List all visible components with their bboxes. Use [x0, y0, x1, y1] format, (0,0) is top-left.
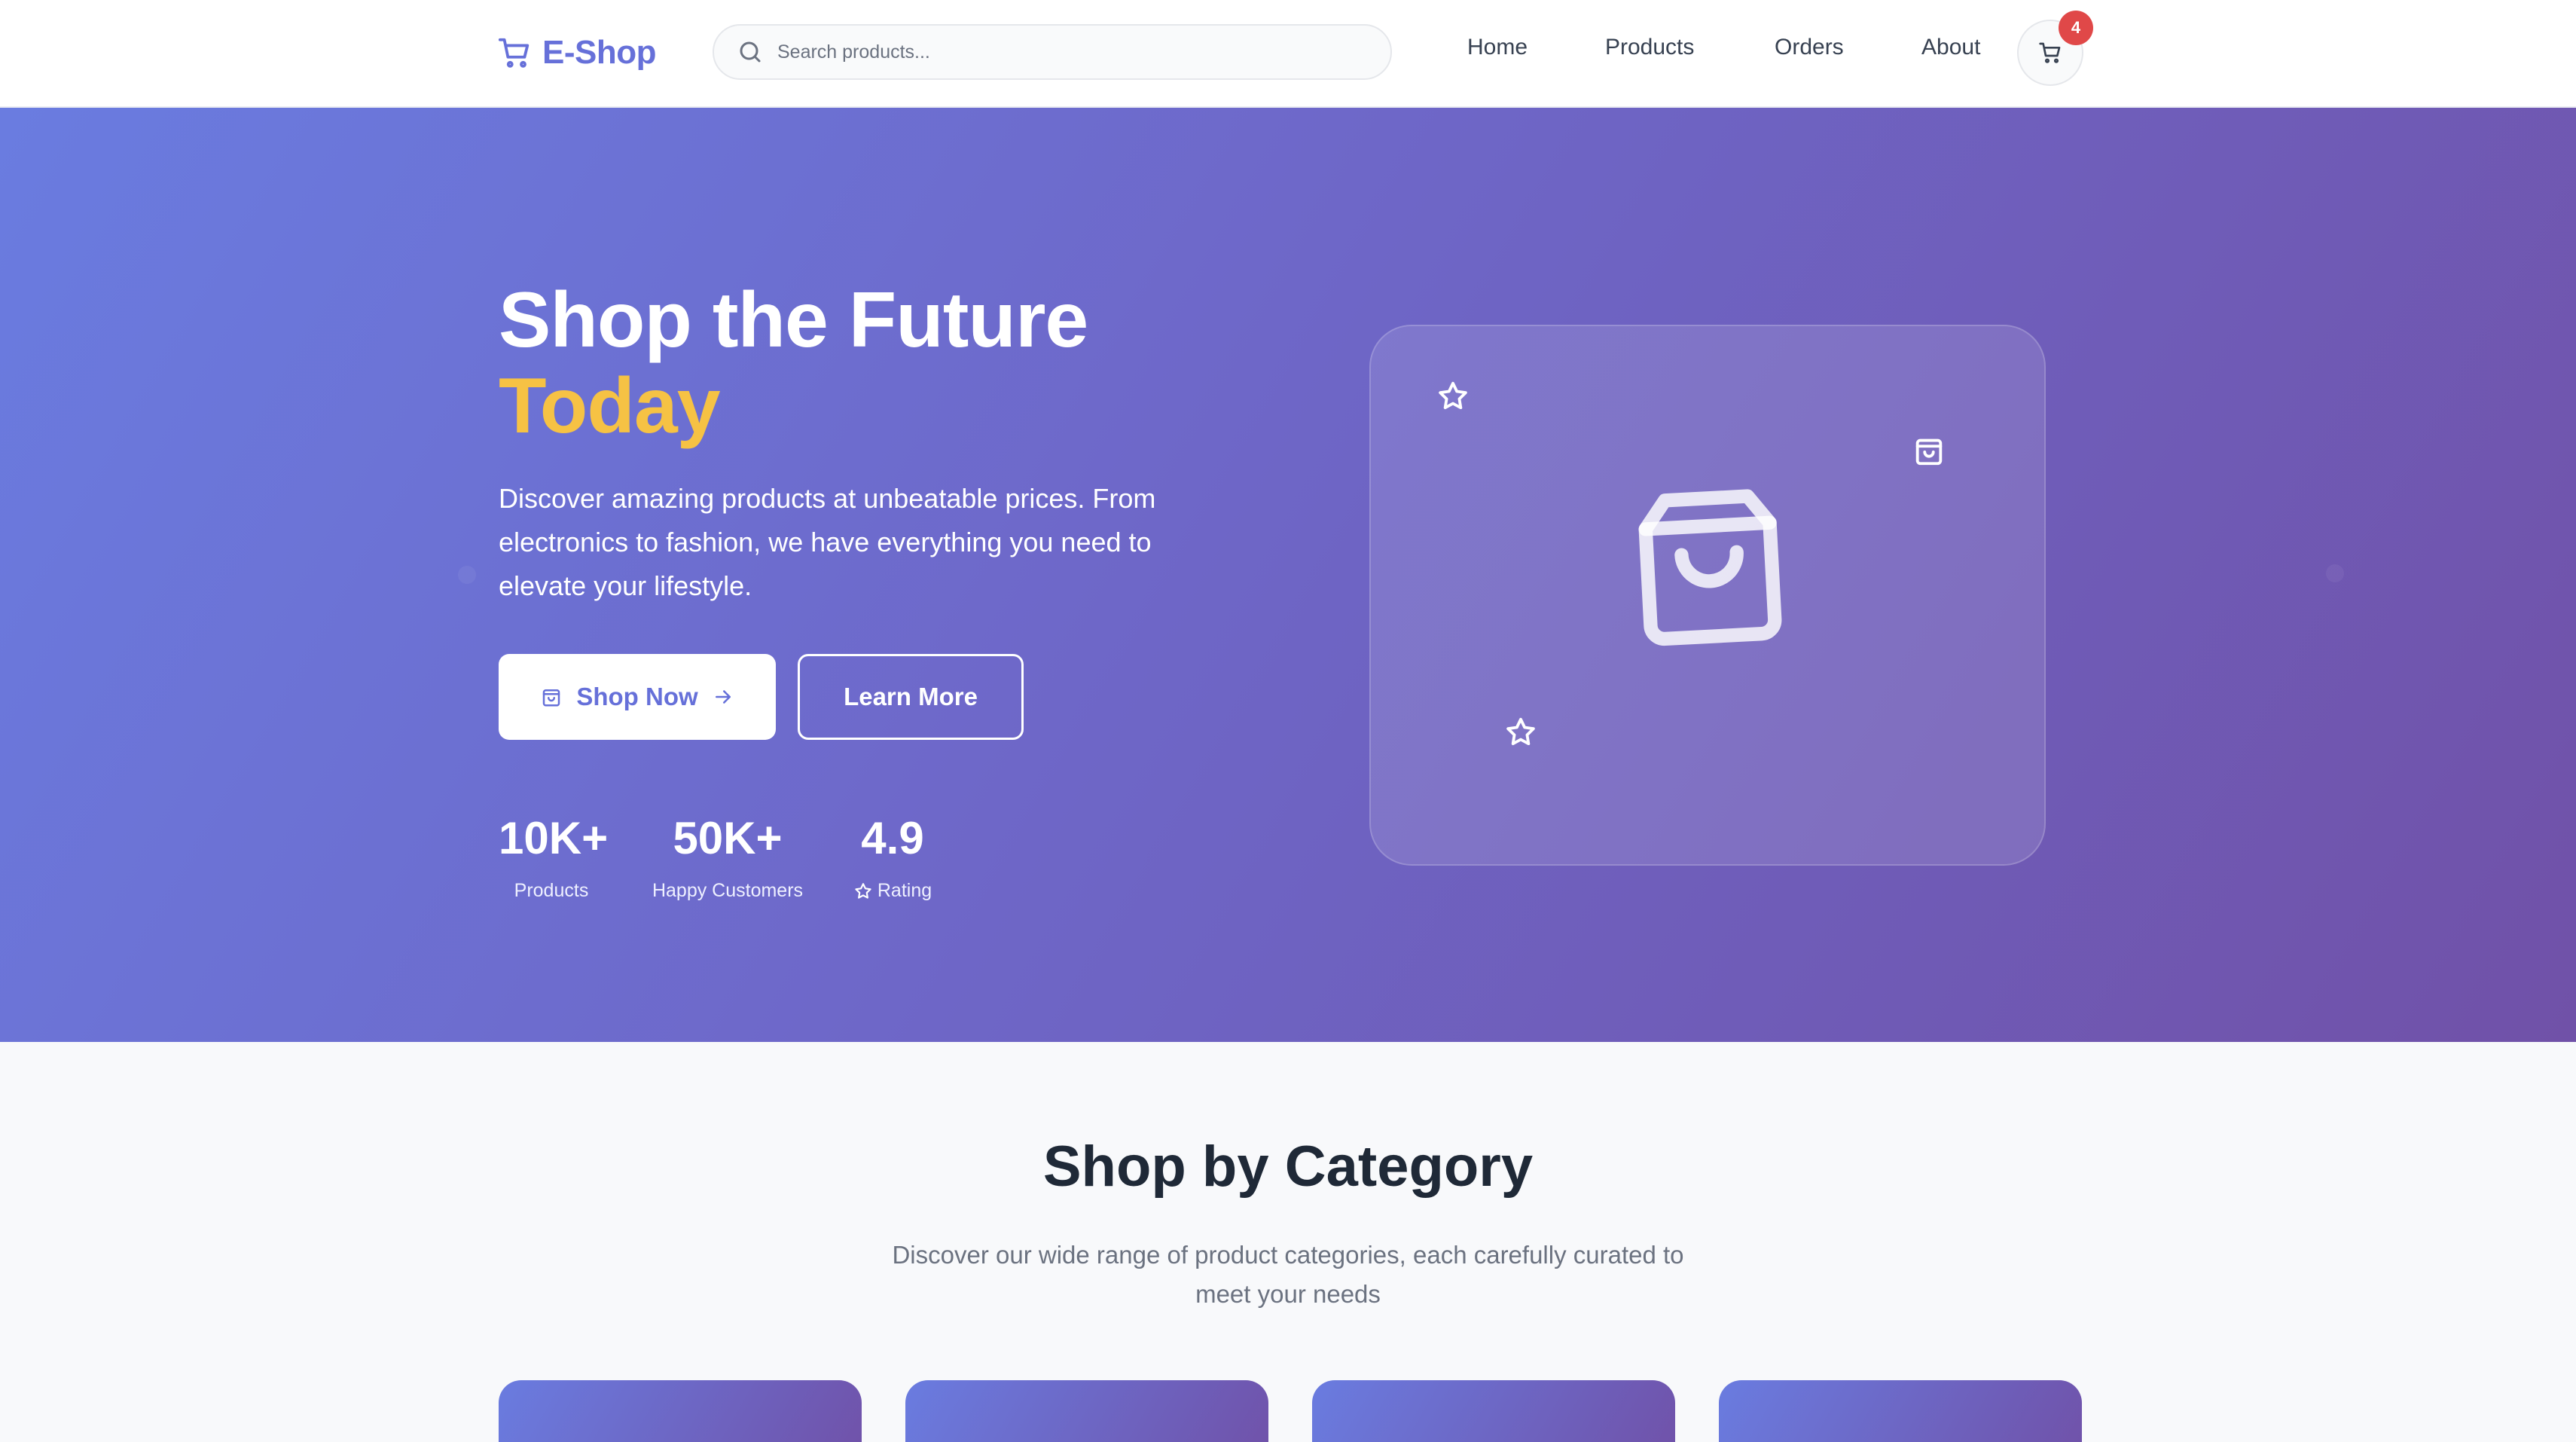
- shop-now-button[interactable]: Shop Now: [499, 654, 776, 740]
- cart-icon: [2039, 42, 2061, 63]
- nav-products[interactable]: Products: [1605, 35, 1694, 60]
- stat-label: Rating: [877, 880, 932, 901]
- shopping-bag-icon: [543, 689, 560, 707]
- learn-more-button[interactable]: Learn More: [798, 654, 1024, 740]
- nav-orders[interactable]: Orders: [1775, 35, 1844, 60]
- category-card[interactable]: [905, 1380, 1268, 1442]
- decorative-dot: [458, 566, 476, 584]
- stat-products: 10K+ Products: [499, 812, 609, 902]
- hero-illustration-card: [1369, 325, 2046, 866]
- decorative-dot: [2326, 564, 2344, 582]
- learn-more-label: Learn More: [844, 683, 978, 710]
- search-bar: [713, 24, 1392, 80]
- category-card[interactable]: [499, 1380, 862, 1442]
- stat-value: 4.9: [861, 813, 924, 863]
- category-card[interactable]: [1312, 1380, 1675, 1442]
- stat-value: 10K+: [499, 813, 609, 863]
- shopping-bag-icon: [1915, 438, 1943, 466]
- hero-title-line1: Shop the Future: [499, 276, 1088, 364]
- shopping-bag-icon: [1638, 489, 1782, 646]
- hero-description: Discover amazing products at unbeatable …: [499, 483, 1156, 601]
- star-icon: [1506, 717, 1535, 746]
- search-icon: [740, 41, 761, 63]
- hero-title-highlight: Today: [499, 362, 721, 450]
- shop-now-label: Shop Now: [576, 683, 698, 710]
- stat-value: 50K+: [673, 813, 783, 863]
- brand-name: E-Shop: [542, 34, 656, 71]
- arrow-right-icon: [715, 690, 731, 704]
- category-section-subtitle: Discover our wide range of product categ…: [892, 1241, 1684, 1308]
- nav-home[interactable]: Home: [1467, 35, 1528, 60]
- stat-label: Happy Customers: [652, 880, 804, 901]
- cart-count-badge: 4: [2059, 11, 2093, 45]
- cart-icon: [498, 38, 530, 68]
- category-section-title: Shop by Category: [1042, 1135, 1534, 1199]
- top-navbar: E-Shop Home Products Orders About 4: [0, 0, 2576, 108]
- category-card[interactable]: [1719, 1380, 2082, 1442]
- stat-label: Products: [514, 880, 589, 901]
- star-icon: [855, 882, 871, 899]
- stat-customers: 50K+ Happy Customers: [646, 812, 809, 902]
- star-icon: [1439, 381, 1467, 410]
- hero-section: Shop the Future Today Discover amazing p…: [0, 108, 2576, 1042]
- hero-title: Shop the Future Today: [499, 277, 1088, 449]
- brand-logo[interactable]: E-Shop: [497, 30, 656, 75]
- nav-about[interactable]: About: [1921, 35, 1980, 60]
- search-input[interactable]: [777, 41, 1350, 63]
- stat-rating: 4.9 Rating: [845, 812, 940, 902]
